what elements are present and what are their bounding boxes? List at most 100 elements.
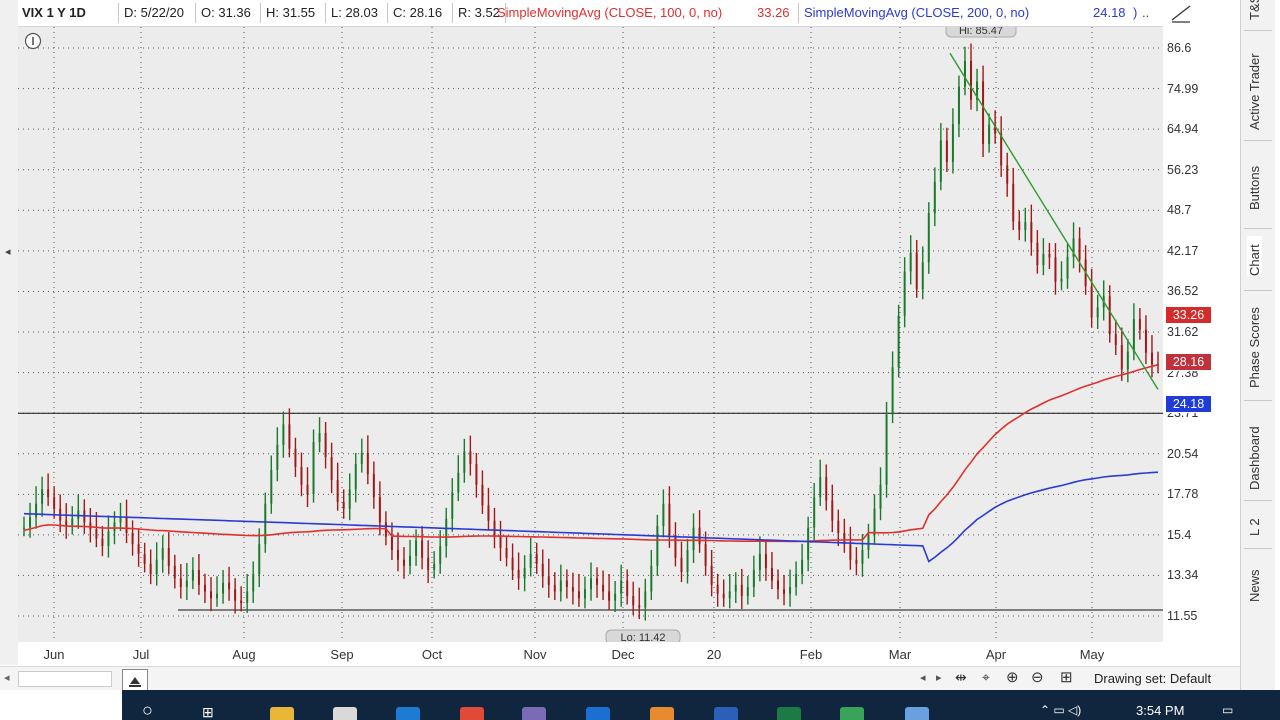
candle-body (264, 503, 267, 545)
candle-body (813, 497, 816, 528)
candle-body (758, 553, 761, 570)
chart-svg[interactable]: Hi: 85.47 Lo: 11.42 (18, 22, 1163, 645)
zoom-out-icon[interactable]: ⊖ (1031, 668, 1044, 686)
candle-body (855, 559, 858, 564)
chrome-icon[interactable] (460, 707, 484, 720)
candle-body (234, 589, 237, 601)
app-icon[interactable] (522, 707, 546, 720)
candle-body (1066, 256, 1069, 279)
notification-icon[interactable]: ▭ (1222, 703, 1233, 717)
drawing-settings-icon[interactable]: ⊞ (1060, 668, 1073, 686)
low-annotation: Lo: 11.42 (620, 632, 665, 642)
divider (118, 3, 119, 23)
scroll-left-icon[interactable]: ◂ (4, 671, 10, 684)
sma200-price-badge: 24.18 (1165, 395, 1212, 413)
store-icon[interactable] (333, 707, 357, 720)
y-tick-label: 74.99 (1167, 81, 1199, 96)
collapse-arrow-icon[interactable]: ◂ (5, 245, 11, 258)
clock[interactable]: 3:54 PM (1136, 703, 1184, 718)
info-icon[interactable] (24, 32, 42, 50)
x-tick-label: Feb (799, 647, 823, 662)
tab-level-2[interactable]: L 2 (1247, 512, 1262, 536)
task-view-icon[interactable]: ⊞ (202, 704, 214, 720)
crosshair-icon[interactable]: ⌖ (982, 669, 990, 686)
excel-icon[interactable] (777, 707, 801, 720)
price-axis[interactable]: 86.6 74.99 64.94 56.23 48.7 42.17 36.52 31.62 27… (1163, 27, 1225, 642)
candle-body (801, 559, 804, 575)
candle-body (1138, 319, 1141, 330)
sma200-value: 24.18 (1093, 5, 1126, 20)
candle-body (336, 480, 339, 503)
candle-body (1090, 286, 1093, 318)
tab-buttons[interactable]: Buttons (1247, 150, 1262, 210)
candle-body (203, 584, 206, 592)
candle-body (927, 213, 930, 263)
tab-chart[interactable]: Chart (1247, 236, 1262, 276)
horizontal-scrollbar[interactable] (18, 671, 112, 687)
play-icon[interactable]: ⇹ (955, 669, 967, 686)
pan-right-icon[interactable]: ▸ (936, 671, 942, 684)
candle-body (957, 86, 960, 125)
candle-body (35, 503, 38, 518)
tab-time-and-sales[interactable]: T&S (1247, 0, 1262, 20)
pan-left-icon[interactable]: ◂ (920, 671, 926, 684)
x-tick-label: Jul (132, 647, 150, 662)
tab-active-trader[interactable]: Active Trader (1247, 40, 1262, 130)
tab-news[interactable]: News (1247, 558, 1262, 602)
candle-body (565, 580, 568, 588)
candle-body (161, 548, 164, 560)
sma200-label[interactable]: SimpleMovingAvg (CLOSE, 200, 0, no) (804, 5, 1029, 20)
candle-body (191, 569, 194, 581)
tab-phase-scores[interactable]: Phase Scores (1247, 298, 1262, 388)
expand-panel-icon[interactable] (122, 669, 148, 691)
price-chart[interactable]: Hi: 85.47 Lo: 11.42 (18, 22, 1163, 645)
word-icon[interactable] (714, 707, 738, 720)
candle-body (1108, 296, 1111, 335)
edge-icon[interactable] (396, 707, 420, 720)
tray-icons[interactable]: ⌃ ▭ ◁) (1040, 703, 1081, 717)
y-tick-label: 56.23 (1167, 162, 1199, 177)
candle-body (481, 484, 484, 506)
drawing-set-label[interactable]: Drawing set: Default (1094, 671, 1211, 686)
taskbar-blank-area (0, 690, 122, 720)
candle-body (324, 433, 327, 458)
candle-body (403, 559, 406, 566)
candle-body (89, 522, 92, 530)
outlook-icon[interactable] (586, 707, 610, 720)
candle-body (795, 574, 798, 588)
file-explorer-icon[interactable] (270, 707, 294, 720)
candle-body (119, 517, 122, 523)
candle-body (354, 464, 357, 490)
candle-body (1030, 222, 1033, 243)
candle-body (1054, 257, 1057, 282)
candle-body (167, 548, 170, 566)
y-tick-label: 15.4 (1167, 527, 1192, 542)
candle-body (282, 424, 285, 445)
candle-body (535, 553, 538, 564)
time-axis[interactable]: Jun Jul Aug Sep Oct Nov Dec 20 Feb Mar Apr May (18, 642, 1163, 666)
tab-dashboard[interactable]: Dashboard (1247, 410, 1262, 490)
more-indicator[interactable]: .. (1142, 5, 1149, 20)
candle-body (656, 525, 659, 566)
candle-body (789, 587, 792, 594)
chart-header: VIX 1 Y 1D D: 5/22/20 O: 31.36 H: 31.55 … (18, 0, 1163, 27)
left-collapse-strip[interactable]: ◂ (0, 0, 19, 665)
candle-body (276, 444, 279, 470)
candle-body (861, 549, 864, 564)
candle-body (692, 527, 695, 550)
symbol-label[interactable]: VIX 1 Y 1D (22, 5, 86, 20)
zoom-in-icon[interactable]: ⊕ (1006, 668, 1019, 686)
candle-body (173, 565, 176, 579)
app-icon[interactable] (650, 707, 674, 720)
candle-body (493, 520, 496, 537)
last-price-badge: 28.16 (1165, 353, 1212, 371)
candle-body (457, 472, 460, 493)
chart-bottom-bar: ◂ ◂ ▸ ⇹ ⌖ ⊕ ⊖ ⊞ Drawing set: Default (0, 666, 1240, 691)
thinkorswim-icon[interactable] (840, 707, 864, 720)
candle-body (294, 448, 297, 467)
candle-body (1042, 254, 1045, 266)
search-icon[interactable]: ○ (142, 700, 153, 720)
app-icon[interactable] (905, 707, 929, 720)
sma100-label[interactable]: SimpleMovingAvg (CLOSE, 100, 0, no) (497, 5, 722, 20)
drawing-tool-icon[interactable] (1170, 2, 1192, 24)
